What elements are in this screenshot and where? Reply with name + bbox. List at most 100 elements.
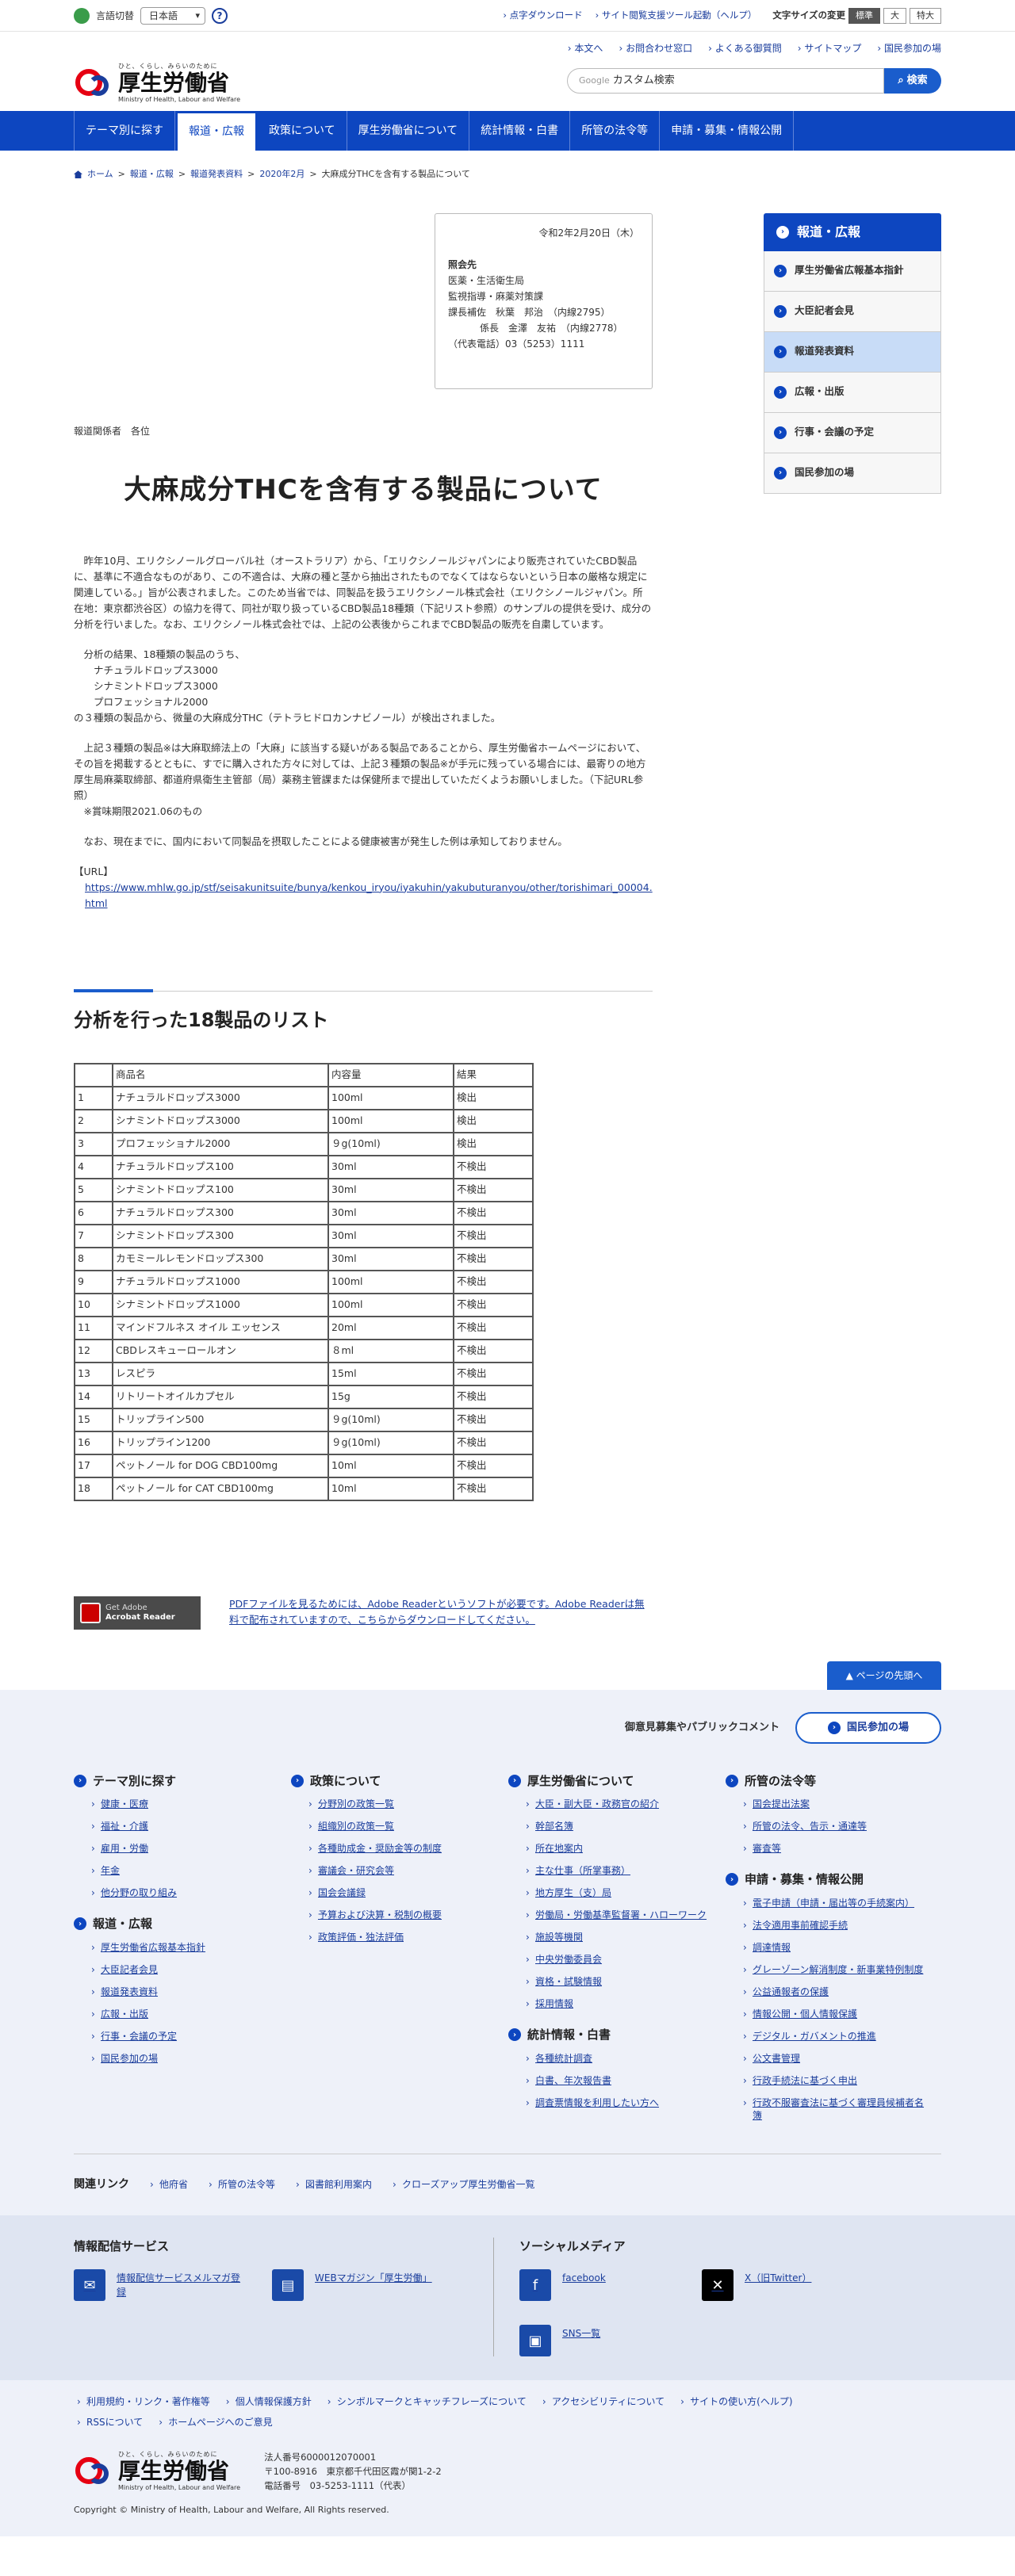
gnav-laws[interactable]: 所管の法令等 [570,111,661,151]
x-twitter-link[interactable]: ✕ X（旧Twitter） [702,2269,845,2301]
breadcrumb-press[interactable]: 報道・広報 [130,168,174,182]
footer-link[interactable]: 所管の法令、告示・通達等 [743,1820,929,1833]
footer-link[interactable]: 行政手続法に基づく申出 [743,2074,929,2087]
footer-link[interactable]: 電子申請（申請・届出等の手続案内） [743,1897,929,1909]
gnav-about[interactable]: 厚生労働省について [347,111,470,151]
footer-link[interactable]: 他分野の取り組み [91,1886,277,1899]
footer-link[interactable]: 審議会・研究会等 [308,1864,494,1877]
gnav-press[interactable]: 報道・広報 [175,111,258,151]
web-magazine-link[interactable]: ▤ WEBマガジン「厚生労働」 [272,2269,446,2301]
footer-link[interactable]: 採用情報 [526,1997,711,2010]
footer-link[interactable]: 国民参加の場 [91,2052,277,2065]
help-icon[interactable]: ? [212,8,228,24]
footer-group-heading[interactable]: › 報道・広報 [74,1915,277,1933]
accessibility-tool-link[interactable]: サイト閲覧支援ツール起動（ヘルプ） [596,9,757,22]
contact-link[interactable]: お問合わせ窓口 [619,41,692,55]
pdf-notice-link[interactable]: PDFファイルを見るためには、Adobe Readerというソフトが必要です。A… [229,1596,653,1630]
footer-link[interactable]: 広報・出版 [91,2008,277,2020]
font-size-large-button[interactable]: 大 [883,8,906,24]
participation-button[interactable]: › 国民参加の場 [795,1711,941,1744]
footer-group-heading[interactable]: › 厚生労働省について [508,1772,711,1791]
gnav-applications[interactable]: 申請・募集・情報公開 [660,111,795,151]
footer-link[interactable]: 調達情報 [743,1941,929,1954]
footer-link[interactable]: 中央労働委員会 [526,1953,711,1966]
font-size-standard-button[interactable]: 標準 [848,8,880,24]
sidebar-item-press-conference[interactable]: › 大臣記者会見 [764,291,941,332]
footer-link[interactable]: 大臣・副大臣・政務官の紹介 [526,1798,711,1810]
language-select[interactable]: 日本語 [140,7,206,25]
related-link-closeup[interactable]: クローズアップ厚生労働省一覧 [393,2177,534,2192]
sidebar-item-press-releases[interactable]: › 報道発表資料 [764,331,941,373]
related-link-laws[interactable]: 所管の法令等 [209,2177,275,2192]
sitemap-link[interactable]: サイトマップ [798,41,861,55]
footer-link[interactable]: 資格・試験情報 [526,1975,711,1988]
breadcrumb-month[interactable]: 2020年2月 [259,168,304,182]
footer-link-rss[interactable]: RSSについて [74,2415,155,2429]
footer-link[interactable]: 予算および決算・税制の概要 [308,1909,494,1921]
footer-link[interactable]: 国会会議録 [308,1886,494,1899]
footer-link-privacy[interactable]: 個人情報保護方針 [223,2394,324,2409]
footer-link[interactable]: 大臣記者会見 [91,1963,277,1976]
search-input[interactable]: Google カスタム検索 [567,68,884,94]
footer-link[interactable]: 幹部名簿 [526,1820,711,1833]
footer-group-heading[interactable]: › 統計情報・白書 [508,2026,711,2044]
gnav-policy[interactable]: 政策について [258,111,347,151]
footer-link[interactable]: 各種助成金・奨励金等の制度 [308,1842,494,1855]
footer-link[interactable]: 地方厚生（支）局 [526,1886,711,1899]
footer-link[interactable]: 公文書管理 [743,2052,929,2065]
public-participation-link[interactable]: 国民参加の場 [877,41,941,55]
gnav-themes[interactable]: テーマ別に探す [74,111,175,151]
braille-download-link[interactable]: 点字ダウンロード [503,9,583,22]
sidebar-title[interactable]: › 報道・広報 [764,212,941,251]
footer-link[interactable]: 福祉・介護 [91,1820,277,1833]
footer-link-terms[interactable]: 利用規約・リンク・著作権等 [74,2394,223,2409]
footer-link[interactable]: 公益通報者の保護 [743,1986,929,1998]
footer-link[interactable]: 情報公開・個人情報保護 [743,2008,929,2020]
sidebar-item-pr-policy[interactable]: › 厚生労働省広報基本指針 [764,250,941,292]
sns-list-link[interactable]: ▣ SNS一覧 [519,2325,678,2356]
footer-link-feedback[interactable]: ホームページへのご意見 [155,2415,285,2429]
footer-link[interactable]: 厚生労働省広報基本指針 [91,1941,277,1954]
footer-link[interactable]: 白書、年次報告書 [526,2074,711,2087]
footer-link[interactable]: 報道発表資料 [91,1986,277,1998]
footer-link[interactable]: 行政不服審査法に基づく審理員候補者名簿 [743,2096,929,2122]
footer-link[interactable]: 法令適用事前確認手続 [743,1919,929,1932]
faq-link[interactable]: よくある御質問 [708,41,782,55]
site-logo[interactable]: ひと、くらし、みらいのために 厚生労働省 Ministry of Health,… [74,62,240,105]
sidebar-item-events[interactable]: › 行事・会議の予定 [764,412,941,453]
facebook-link[interactable]: f facebook [519,2269,678,2301]
footer-link[interactable]: 組織別の政策一覧 [308,1820,494,1833]
gnav-statistics[interactable]: 統計情報・白書 [469,111,571,151]
footer-link[interactable]: 年金 [91,1864,277,1877]
footer-link[interactable]: 健康・医療 [91,1798,277,1810]
breadcrumb-press-releases[interactable]: 報道発表資料 [190,168,243,182]
footer-link[interactable]: 雇用・労働 [91,1842,277,1855]
footer-group-heading[interactable]: › 所管の法令等 [726,1772,929,1791]
notice-url-link[interactable]: https://www.mhlw.go.jp/stf/seisakunitsui… [74,880,653,912]
breadcrumb-home[interactable]: ホーム [87,168,113,182]
acrobat-download-badge[interactable]: Get Adobe Acrobat Reader [74,1596,201,1630]
footer-link-help[interactable]: サイトの使い方(ヘルプ) [677,2394,805,2409]
footer-link[interactable]: 審査等 [743,1842,929,1855]
sidebar-item-publications[interactable]: › 広報・出版 [764,372,941,413]
footer-link[interactable]: グレーゾーン解消制度・新事業特例制度 [743,1963,929,1976]
footer-group-heading[interactable]: › テーマ別に探す [74,1772,277,1791]
footer-link-symbol[interactable]: シンボルマークとキャッチフレーズについて [324,2394,539,2409]
footer-link[interactable]: 各種統計調査 [526,2052,711,2065]
footer-link-accessibility[interactable]: アクセシビリティについて [539,2394,677,2409]
page-top-button[interactable]: ▲ ページの先頭へ [827,1661,941,1690]
skip-to-content-link[interactable]: 本文へ [568,41,603,55]
footer-link[interactable]: デジタル・ガバメントの推進 [743,2030,929,2043]
footer-link[interactable]: 所在地案内 [526,1842,711,1855]
footer-link[interactable]: 労働局・労働基準監督署・ハローワーク [526,1909,711,1921]
footer-link[interactable]: 施設等機関 [526,1931,711,1943]
footer-group-heading[interactable]: › 政策について [291,1772,494,1791]
related-link-ministries[interactable]: 他府省 [150,2177,188,2192]
footer-link[interactable]: 分野別の政策一覧 [308,1798,494,1810]
footer-link[interactable]: 政策評価・独法評価 [308,1931,494,1943]
search-button[interactable]: ⌕ 検索 [884,68,941,94]
font-size-xlarge-button[interactable]: 特大 [910,8,941,24]
footer-link[interactable]: 行事・会議の予定 [91,2030,277,2043]
mail-magazine-link[interactable]: ✉ 情報配信サービスメルマガ登録 [74,2269,248,2301]
sidebar-item-participation[interactable]: › 国民参加の場 [764,453,941,494]
